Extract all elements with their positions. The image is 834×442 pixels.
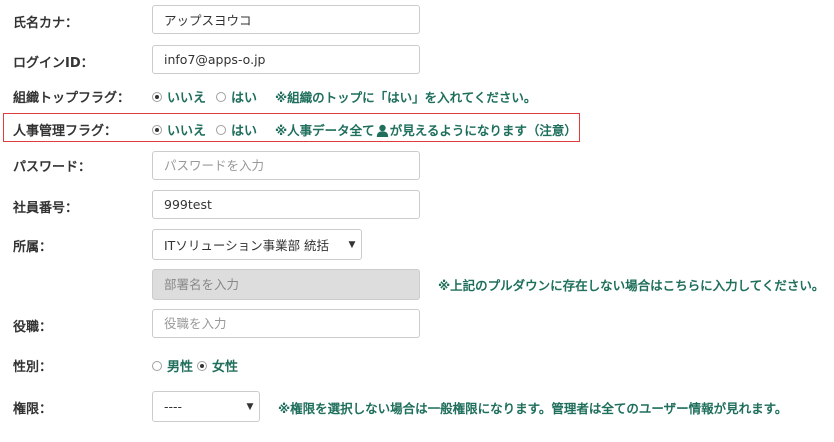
hr-flag-note: ※人事データ全て が見えるようになります（注意） bbox=[275, 120, 577, 139]
gender-row: 性別： 男性 女性 bbox=[0, 354, 834, 375]
org-top-flag-no-radio[interactable] bbox=[152, 91, 162, 102]
password-label: パスワード： bbox=[13, 160, 92, 175]
hr-flag-row: 人事管理フラグ： いいえ はい ※人事データ全て が見えるようになります（注意） bbox=[0, 118, 834, 139]
hr-flag-note-after: が見えるようになります（注意） bbox=[389, 123, 577, 138]
department-select-value: ITソリューション事業部 統括 bbox=[164, 238, 330, 253]
hr-flag-note-before: ※人事データ全て bbox=[275, 123, 375, 138]
hr-flag-radios: いいえ はい ※人事データ全て が見えるようになります（注意） bbox=[152, 120, 577, 139]
org-top-flag-label: 組織トップフラグ： bbox=[13, 91, 131, 106]
login-id-input[interactable] bbox=[152, 45, 420, 74]
employee-no-row: 社員番号： bbox=[0, 190, 834, 219]
org-top-flag-no-label[interactable]: いいえ bbox=[167, 87, 206, 106]
department-label: 所属： bbox=[13, 240, 53, 255]
employee-no-input[interactable] bbox=[152, 190, 420, 219]
password-row: パスワード： bbox=[0, 151, 834, 180]
hr-flag-label: 人事管理フラグ： bbox=[13, 124, 118, 139]
department-row: 所属： ITソリューション事業部 統括 ▼ bbox=[0, 229, 834, 260]
kana-row: 氏名カナ： bbox=[0, 5, 834, 34]
chevron-down-icon: ▼ bbox=[246, 401, 254, 412]
gender-male-label[interactable]: 男性 bbox=[167, 356, 193, 375]
department-name-row: ※上記のプルダウンに存在しない場合はこちらに入力してください。 bbox=[0, 269, 834, 300]
authority-select-value: ---- bbox=[164, 399, 183, 414]
position-row: 役職： bbox=[0, 309, 834, 338]
gender-label: 性別： bbox=[13, 360, 53, 375]
authority-note: ※権限を選択しない場合は一般権限になります。管理者は全てのユーザー情報が見れます… bbox=[278, 401, 788, 416]
employee-no-label: 社員番号： bbox=[13, 201, 79, 216]
password-input[interactable] bbox=[152, 151, 420, 180]
hr-flag-no-label[interactable]: いいえ bbox=[167, 120, 206, 139]
org-top-flag-yes-label[interactable]: はい bbox=[231, 87, 257, 106]
gender-female-label[interactable]: 女性 bbox=[212, 356, 238, 375]
org-top-flag-radios: いいえ はい ※組織のトップに「はい」を入れてください。 bbox=[152, 87, 536, 106]
position-label: 役職： bbox=[13, 320, 53, 335]
authority-select[interactable]: ---- ▼ bbox=[152, 391, 260, 422]
hr-flag-no-radio[interactable] bbox=[152, 124, 162, 135]
kana-label: 氏名カナ： bbox=[13, 16, 79, 31]
person-icon bbox=[376, 124, 388, 137]
department-select[interactable]: ITソリューション事業部 統括 ▼ bbox=[152, 229, 362, 260]
gender-male-radio[interactable] bbox=[152, 360, 162, 371]
hr-flag-yes-radio[interactable] bbox=[216, 124, 227, 135]
department-name-input[interactable] bbox=[152, 269, 420, 300]
login-label: ログインID： bbox=[13, 56, 94, 71]
org-top-flag-row: 組織トップフラグ： いいえ はい ※組織のトップに「はい」を入れてください。 bbox=[0, 85, 834, 106]
kana-input[interactable] bbox=[152, 5, 420, 34]
position-input[interactable] bbox=[152, 309, 420, 338]
authority-label: 権限： bbox=[13, 402, 53, 417]
hr-flag-yes-label[interactable]: はい bbox=[231, 120, 257, 139]
login-row: ログインID： bbox=[0, 45, 834, 74]
org-top-flag-note: ※組織のトップに「はい」を入れてください。 bbox=[275, 90, 537, 105]
authority-row: 権限： ---- ▼ ※権限を選択しない場合は一般権限になります。管理者は全ての… bbox=[0, 391, 834, 422]
chevron-down-icon: ▼ bbox=[348, 239, 356, 250]
org-top-flag-yes-radio[interactable] bbox=[216, 91, 227, 102]
gender-female-radio[interactable] bbox=[197, 360, 208, 371]
gender-radios: 男性 女性 bbox=[152, 356, 248, 375]
department-note: ※上記のプルダウンに存在しない場合はこちらに入力してください。 bbox=[438, 278, 825, 293]
